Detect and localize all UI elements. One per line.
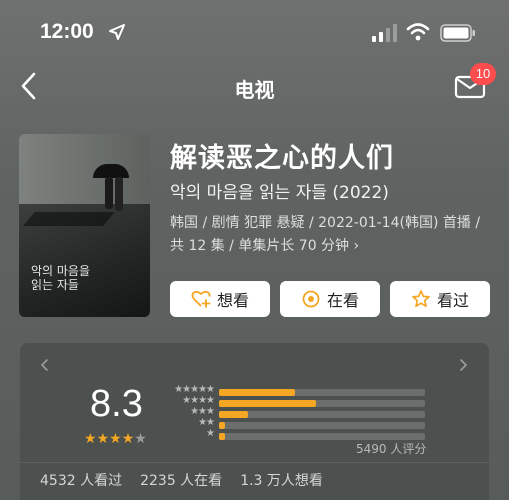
distribution-bar-fill [219,400,316,407]
watching-button[interactable]: 在看 [280,281,380,317]
stat-want[interactable]: 1.3 万人想看 [240,470,323,490]
distribution-bar-track [219,411,425,418]
distribution-bar-fill [219,389,296,396]
location-arrow-icon [109,24,125,40]
wifi-icon [406,23,430,41]
distribution-stars-label: ★ [206,428,215,439]
star-filled-icon: ★ [109,431,122,447]
rating-count[interactable]: 5490 人评分 [356,440,426,457]
battery-icon [440,24,475,42]
stats-row: 4532 人看过 2235 人在看 1.3 万人想看 [40,470,323,490]
status-time: 12:00 [40,20,94,43]
distribution-stars-label: ★★★★★ [174,384,215,395]
stat-watching[interactable]: 2235 人在看 [140,470,222,490]
poster-figure [115,177,123,211]
distribution-bar-track [219,389,425,396]
want-button[interactable]: 想看 [170,281,270,317]
poster-image[interactable]: 악의 마음을 읽는 자들 [19,134,150,317]
show-meta[interactable]: 韩国 / 剧情 犯罪 悬疑 / 2022-01-14(韩国) 首播 / 共 12… [170,212,500,258]
distribution-bar-fill [219,411,248,418]
meta-line: 共 12 集 / 单集片长 70 分钟 › [170,238,360,254]
watched-label: 看过 [436,291,469,310]
distribution-bar-track [219,433,425,440]
watching-label: 在看 [326,291,359,310]
watched-button[interactable]: 看过 [390,281,490,317]
heart-plus-icon [191,290,211,308]
show-title: 解读恶之心的人们 [170,143,394,174]
distribution-stars-label: ★★★★ [182,395,215,406]
chevron-left-icon[interactable] [38,358,50,372]
target-circle-icon [302,290,320,308]
divider [20,462,489,463]
notification-badge: 10 [470,63,496,85]
distribution-row: ★★ [164,417,426,430]
poster-figure [105,177,113,209]
poster-shadow [23,212,115,226]
stat-watched[interactable]: 4532 人看过 [40,470,122,490]
distribution-stars-label: ★★ [198,417,215,428]
poster-wall [19,134,150,204]
status-bar: 12:00 [0,0,509,60]
star-filled-icon: ★ [96,431,110,447]
star-filled-icon: ★ [121,431,135,447]
distribution-bar-track [219,400,425,407]
chevron-right-icon[interactable] [458,358,470,372]
cellular-signal-icon [372,24,397,42]
star-outline-icon [412,290,430,308]
star-filled-icon: ★ [84,431,97,447]
show-original-title: 악의 마음을 읽는 자들 (2022) [170,183,389,203]
poster-umbrella [93,164,129,178]
poster-title-text: 악의 마음을 읽는 자들 [31,264,91,292]
distribution-bar-fill [219,433,226,440]
page-title: 电视 [234,78,275,102]
meta-line: 韩国 / 剧情 犯罪 悬疑 / 2022-01-14(韩国) 首播 / [170,215,481,231]
distribution-stars-label: ★★★ [190,406,215,417]
rating-stars: ★★★★★ [84,431,147,447]
distribution-bar-fill [219,422,226,429]
want-label: 想看 [216,291,249,310]
rating-score: 8.3 [90,383,143,425]
distribution-bar-track [219,422,425,429]
star-empty-icon: ★ [134,431,147,447]
